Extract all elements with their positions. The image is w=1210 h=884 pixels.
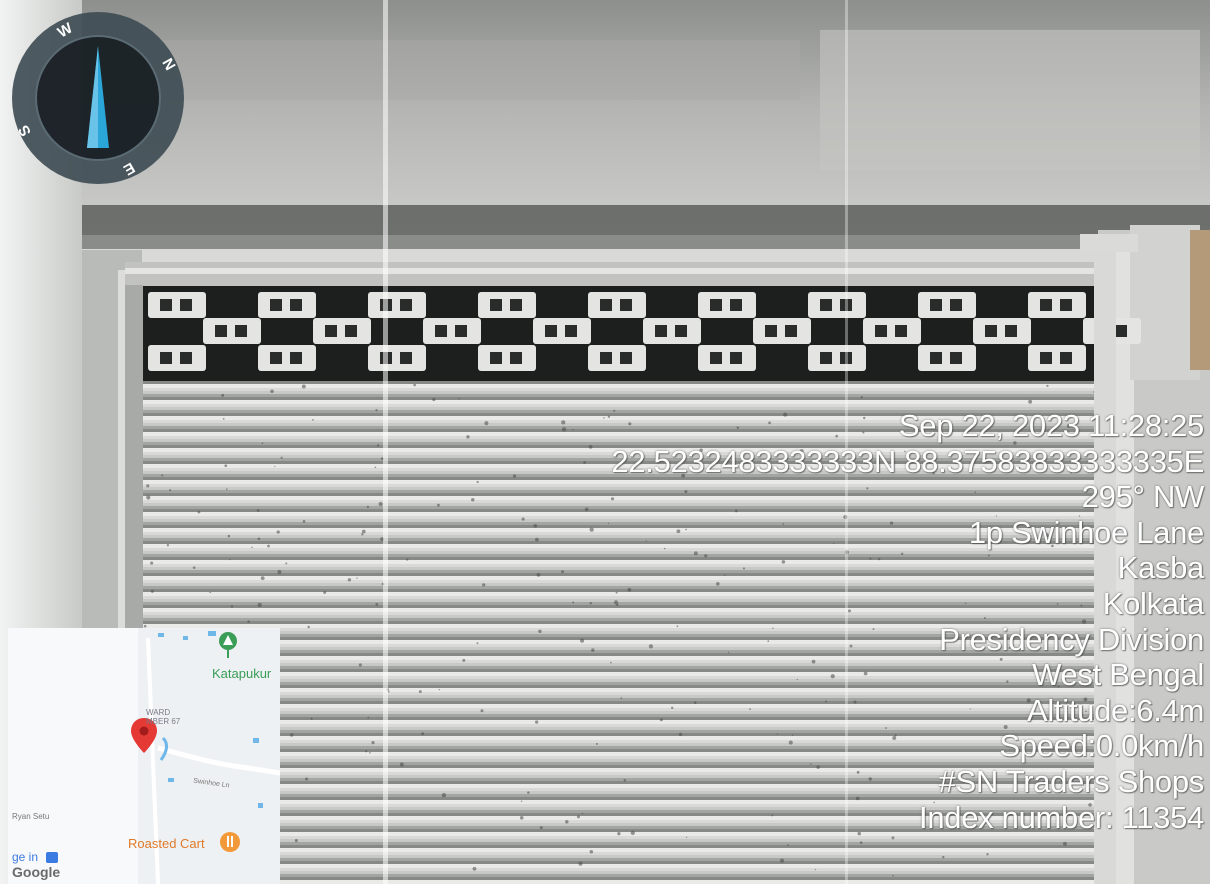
map-ward-line-1: WARD [146,708,171,717]
photo-scene: W N S E Katapukur WARD MBER 67 Swinhoe L… [0,0,1210,884]
street-text: 1p Swinhoe Lane [968,514,1204,550]
map-setu-label: Ryan Setu [12,812,50,821]
timestamp-text: Sep 22, 2023 11:28:25 [898,408,1204,443]
transit-icon [46,852,58,863]
state-text: West Bengal [1032,657,1204,693]
food-pin-icon [220,832,240,852]
speed-text: Speed:0.0km/h [999,728,1204,764]
map-place-roasted-cart: Roasted Cart [128,836,205,851]
map-ge-in-label: ge in [12,850,39,864]
altitude-text: Altitude:6.4m [1026,692,1204,728]
tag-text: #SN Traders Shops [938,763,1205,799]
geotag-overlay: Sep 22, 2023 11:28:25 22.5232483333333N … [444,408,1204,835]
division-text: Presidency Division [939,621,1204,657]
compass-icon [12,12,184,184]
heading-text: 295° NW [1081,479,1205,515]
city-text: Kolkata [1102,585,1205,621]
map-ward-line-2: MBER 67 [146,717,181,726]
google-logo: Google [12,864,61,880]
shutter-top-rail [125,262,1110,290]
map-thumbnail: Katapukur WARD MBER 67 Swinhoe Ln Ryan S… [8,628,280,884]
map-ward-label: WARD MBER 67 [146,708,180,726]
coordinates-text: 22.5232483333333N 88.37583833333335E [611,443,1204,479]
index-number-text: Index number: 11354 [919,799,1204,835]
compass-widget: W N S E [8,8,188,188]
map-place-katapukur: Katapukur [212,666,272,681]
locality-text: Kasba [1117,550,1205,586]
